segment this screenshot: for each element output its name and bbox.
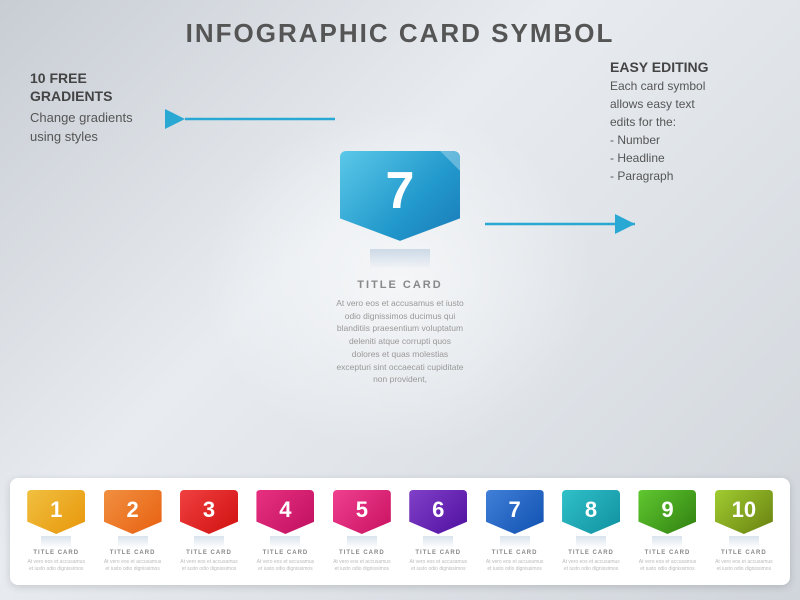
strip-shadow-3: [194, 536, 224, 548]
strip-para-1: At vero eos et accusamus et iusto odio d…: [27, 559, 85, 573]
strip-para-10: At vero eos et accusamus et iusto odio d…: [715, 559, 773, 573]
strip-num-5: 5: [356, 497, 368, 523]
strip-card-7: 7 TITLE CARD At vero eos et accusamus et…: [478, 490, 550, 573]
gradients-body: Change gradientsusing styles: [30, 109, 133, 145]
strip-para-6: At vero eos et accusamus et iusto odio d…: [409, 559, 467, 573]
strip-title-8: TITLE CARD: [568, 550, 614, 556]
strip-para-5: At vero eos et accusamus et iusto odio d…: [333, 559, 391, 573]
strip-title-3: TITLE CARD: [186, 550, 232, 556]
page-title: INFOGRAPHIC CARD SYMBOL: [186, 18, 615, 49]
strip-num-1: 1: [50, 497, 62, 523]
left-annotation: 10 FREEGRADIENTS Change gradientsusing s…: [30, 69, 133, 146]
strip-symbol-7: 7: [486, 490, 544, 542]
strip-para-4: At vero eos et accusamus et iusto odio d…: [256, 559, 314, 573]
strip-body-6: 6: [409, 490, 467, 534]
arrow-right-svg: [480, 209, 640, 239]
strip-num-10: 10: [732, 497, 756, 523]
strip-para-3: At vero eos et accusamus et iusto odio d…: [180, 559, 238, 573]
strip-symbol-9: 9: [638, 490, 696, 542]
strip-symbol-4: 4: [256, 490, 314, 542]
strip-title-10: TITLE CARD: [721, 550, 767, 556]
strip-body-8: 8: [562, 490, 620, 534]
center-area: 7 TITLE CARD At vero eos et accusamus et…: [335, 151, 465, 386]
easy-editing-body: Each card symbolallows easy textedits fo…: [610, 77, 770, 185]
center-card-body: 7: [340, 151, 460, 241]
strip-body-5: 5: [333, 490, 391, 534]
strip-symbol-1: 1: [27, 490, 85, 542]
strip-title-5: TITLE CARD: [339, 550, 385, 556]
strip-symbol-10: 10: [715, 490, 773, 542]
strip-card-10: 10 TITLE CARD At vero eos et accusamus e…: [708, 490, 780, 573]
strip-body-7: 7: [486, 490, 544, 534]
strip-card-4: 4 TITLE CARD At vero eos et accusamus et…: [249, 490, 321, 573]
strip-body-2: 2: [104, 490, 162, 534]
strip-num-9: 9: [661, 497, 673, 523]
strip-title-4: TITLE CARD: [263, 550, 309, 556]
bottom-strip: 1 TITLE CARD At vero eos et accusamus et…: [10, 478, 790, 585]
strip-title-2: TITLE CARD: [110, 550, 156, 556]
strip-title-9: TITLE CARD: [645, 550, 691, 556]
strip-shadow-4: [270, 536, 300, 548]
strip-shadow-8: [576, 536, 606, 548]
strip-title-7: TITLE CARD: [492, 550, 538, 556]
gradients-heading: 10 FREEGRADIENTS: [30, 69, 133, 105]
strip-para-7: At vero eos et accusamus et iusto odio d…: [486, 559, 544, 573]
strip-body-1: 1: [27, 490, 85, 534]
strip-shadow-10: [729, 536, 759, 548]
strip-body-3: 3: [180, 490, 238, 534]
strip-symbol-6: 6: [409, 490, 467, 542]
main-container: INFOGRAPHIC CARD SYMBOL 10 FREEGRADIENTS…: [0, 0, 800, 600]
strip-shadow-6: [423, 536, 453, 548]
strip-body-10: 10: [715, 490, 773, 534]
strip-card-3: 3 TITLE CARD At vero eos et accusamus et…: [173, 490, 245, 573]
center-card-shadow: [370, 249, 430, 269]
strip-num-7: 7: [509, 497, 521, 523]
strip-body-9: 9: [638, 490, 696, 534]
strip-shadow-7: [500, 536, 530, 548]
top-section: 10 FREEGRADIENTS Change gradientsusing s…: [0, 49, 800, 478]
arrow-right: [480, 209, 640, 244]
strip-num-3: 3: [203, 497, 215, 523]
strip-shadow-2: [118, 536, 148, 548]
strip-card-5: 5 TITLE CARD At vero eos et accusamus et…: [326, 490, 398, 573]
strip-para-8: At vero eos et accusamus et iusto odio d…: [562, 559, 620, 573]
strip-num-8: 8: [585, 497, 597, 523]
strip-card-8: 8 TITLE CARD At vero eos et accusamus et…: [555, 490, 627, 573]
easy-editing-heading: EASY EDITING: [610, 59, 770, 75]
strip-num-4: 4: [279, 497, 291, 523]
strip-title-6: TITLE CARD: [415, 550, 461, 556]
strip-symbol-2: 2: [104, 490, 162, 542]
strip-title-1: TITLE CARD: [33, 550, 79, 556]
strip-para-2: At vero eos et accusamus et iusto odio d…: [104, 559, 162, 573]
strip-num-6: 6: [432, 497, 444, 523]
center-card-title: TITLE CARD: [357, 279, 442, 291]
strip-symbol-5: 5: [333, 490, 391, 542]
center-card-symbol: 7: [340, 151, 460, 261]
strip-symbol-3: 3: [180, 490, 238, 542]
strip-body-4: 4: [256, 490, 314, 534]
strip-card-2: 2 TITLE CARD At vero eos et accusamus et…: [96, 490, 168, 573]
arrow-left-svg: [180, 104, 340, 134]
strip-shadow-5: [347, 536, 377, 548]
strip-para-9: At vero eos et accusamus et iusto odio d…: [638, 559, 696, 573]
center-card-number: 7: [386, 161, 415, 221]
right-annotation: EASY EDITING Each card symbolallows easy…: [610, 59, 770, 185]
strip-shadow-9: [652, 536, 682, 548]
card-fold: [440, 151, 460, 171]
strip-card-1: 1 TITLE CARD At vero eos et accusamus et…: [20, 490, 92, 573]
strip-shadow-1: [41, 536, 71, 548]
arrow-left: [180, 104, 340, 139]
strip-card-6: 6 TITLE CARD At vero eos et accusamus et…: [402, 490, 474, 573]
strip-symbol-8: 8: [562, 490, 620, 542]
center-card-paragraph: At vero eos et accusamus et iusto odio d…: [335, 297, 465, 386]
strip-card-9: 9 TITLE CARD At vero eos et accusamus et…: [631, 490, 703, 573]
strip-num-2: 2: [126, 497, 138, 523]
